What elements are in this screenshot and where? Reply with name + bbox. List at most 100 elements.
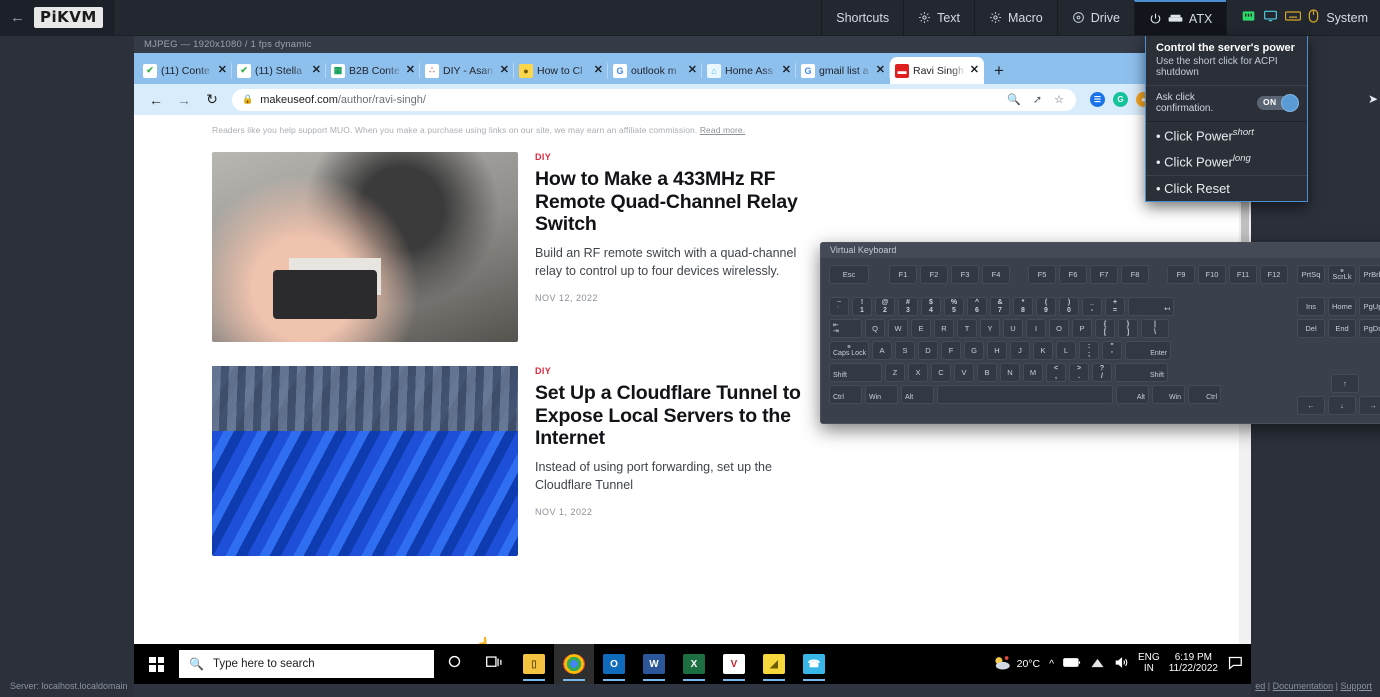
browser-tab[interactable]: ⌂ Home Ass ✕ [702,57,796,84]
key-quote[interactable]: " ' [1102,341,1122,360]
forward-button[interactable]: → [170,86,198,114]
key-arrow-down[interactable]: ↓ [1328,396,1356,415]
key-enter[interactable]: Enter [1125,341,1171,360]
key-d[interactable]: D [918,341,938,360]
key-win-left[interactable]: Win [865,385,898,404]
tab-close-icon[interactable]: ✕ [500,65,509,76]
key-arrow-left[interactable]: ← [1297,396,1325,415]
key-bracket-right[interactable]: }] [1118,319,1138,338]
key-n[interactable]: N [1000,363,1020,382]
pikvm-brand[interactable]: ← PiKVM [0,0,114,35]
key-g[interactable]: G [964,341,984,360]
key-x[interactable]: X [908,363,928,382]
browser-tab[interactable]: G outlook m ✕ [608,57,702,84]
extension-blue-icon[interactable]: ☰ [1090,92,1105,107]
key-1[interactable]: ! 1 [852,297,872,316]
atx-confirm-row[interactable]: Ask click confirmation. ON [1146,85,1307,122]
tab-close-icon[interactable]: ✕ [218,65,227,76]
tab-close-icon[interactable]: ✕ [312,65,321,76]
key-esc[interactable]: Esc [829,265,869,284]
key-comma[interactable]: <, [1046,363,1066,382]
browser-tab[interactable]: ✔ (11) Conte ✕ [138,57,232,84]
key-v[interactable]: V [954,363,974,382]
wifi-icon[interactable] [1090,657,1105,672]
key-m[interactable]: M [1023,363,1043,382]
key-f[interactable]: F [941,341,961,360]
key-8[interactable]: * 8 [1013,297,1033,316]
key-r[interactable]: R [934,319,954,338]
taskbar-search-box[interactable]: 🔍 Type here to search [179,650,434,678]
new-tab-button[interactable]: + [984,61,1014,84]
ask-confirmation-toggle[interactable]: ON [1257,94,1299,112]
key-page-down[interactable]: PgDn [1359,319,1380,338]
key-t[interactable]: T [957,319,977,338]
language-indicator[interactable]: ENG IN [1138,652,1160,675]
key-delete[interactable]: Del [1297,319,1325,338]
key-tab[interactable]: ⇤ ⇥ [829,319,862,338]
key-f7[interactable]: F7 [1090,265,1118,284]
key-l[interactable]: L [1056,341,1076,360]
key-f2[interactable]: F2 [920,265,948,284]
article-thumbnail[interactable] [212,152,518,342]
windows-start-button[interactable] [134,656,179,672]
key-f3[interactable]: F3 [951,265,979,284]
chevron-up-icon[interactable]: ^ [1049,658,1054,670]
virtual-keyboard-titlebar[interactable]: Virtual Keyboard [821,243,1380,258]
key-z[interactable]: Z [885,363,905,382]
key-a[interactable]: A [872,341,892,360]
key-f11[interactable]: F11 [1229,265,1257,284]
key-semicolon[interactable]: :; [1079,341,1099,360]
key-scroll-lock[interactable]: ScrLk [1328,265,1356,284]
key-arrow-right[interactable]: → [1359,396,1380,415]
key-b[interactable]: B [977,363,997,382]
key-space[interactable] [937,385,1113,404]
system-menu[interactable]: System [1226,0,1380,35]
key-f5[interactable]: F5 [1028,265,1056,284]
weather-widget[interactable]: 20°C [992,655,1040,674]
tab-close-icon[interactable]: ✕ [782,65,791,76]
key-u[interactable]: U [1003,319,1023,338]
key-5[interactable]: % 5 [944,297,964,316]
browser-tab[interactable]: G gmail list a ✕ [796,57,890,84]
article-title[interactable]: Set Up a Cloudflare Tunnel to Expose Loc… [535,382,835,450]
key-c[interactable]: C [931,363,951,382]
tab-close-icon[interactable]: ✕ [970,65,979,76]
key-insert[interactable]: Ins [1297,297,1325,316]
browser-tab[interactable]: ● How to Cl ✕ [514,57,608,84]
article-title[interactable]: How to Make a 433MHz RF Remote Quad-Chan… [535,168,835,236]
browser-tab-active[interactable]: ▬ Ravi Singh ✕ [890,57,984,84]
key-end[interactable]: End [1328,319,1356,338]
key-k[interactable]: K [1033,341,1053,360]
battery-icon[interactable] [1063,657,1081,671]
browser-tab[interactable]: ✔ (11) Stella ✕ [232,57,326,84]
key-equal[interactable]: + = [1105,297,1125,316]
key-6[interactable]: ^ 6 [967,297,987,316]
key-i[interactable]: I [1026,319,1046,338]
virtual-keyboard-panel[interactable]: Virtual Keyboard Esc F1 F2 F3 F4 F5 F6 F… [820,242,1380,424]
key-print-screen[interactable]: PrtSq [1297,265,1325,284]
address-bar[interactable]: 🔒 makeuseof.com/author/ravi-singh/ 🔍 ➚ ☆ [232,88,1076,111]
key-2[interactable]: @2 [875,297,895,316]
key-4[interactable]: $4 [921,297,941,316]
atx-click-power-long[interactable]: • Click Powerlong [1146,148,1307,174]
key-ctrl-left[interactable]: Ctrl [829,385,862,404]
key-pause-break[interactable]: PrBrk [1359,265,1380,284]
search-icon[interactable]: 🔍 [1007,93,1021,106]
key-backspace[interactable]: ↤ [1128,297,1174,316]
key-arrow-up[interactable]: ↑ [1331,374,1359,393]
key-f1[interactable]: F1 [889,265,917,284]
grammarly-icon[interactable]: G [1113,92,1128,107]
action-center-icon[interactable] [1227,656,1243,673]
share-icon[interactable]: ➚ [1033,93,1042,106]
tab-close-icon[interactable]: ✕ [876,65,885,76]
key-0[interactable]: ) 0 [1059,297,1079,316]
key-f10[interactable]: F10 [1198,265,1226,284]
menu-atx[interactable]: ATX [1133,0,1227,35]
article-category[interactable]: DIY [535,366,835,376]
key-page-up[interactable]: PgUp [1359,297,1380,316]
affiliate-read-more-link[interactable]: Read more. [700,125,745,135]
tab-close-icon[interactable]: ✕ [594,65,603,76]
speaker-icon[interactable] [1114,656,1129,672]
key-slash[interactable]: ? / [1092,363,1112,382]
menu-shortcuts[interactable]: Shortcuts [821,0,903,35]
